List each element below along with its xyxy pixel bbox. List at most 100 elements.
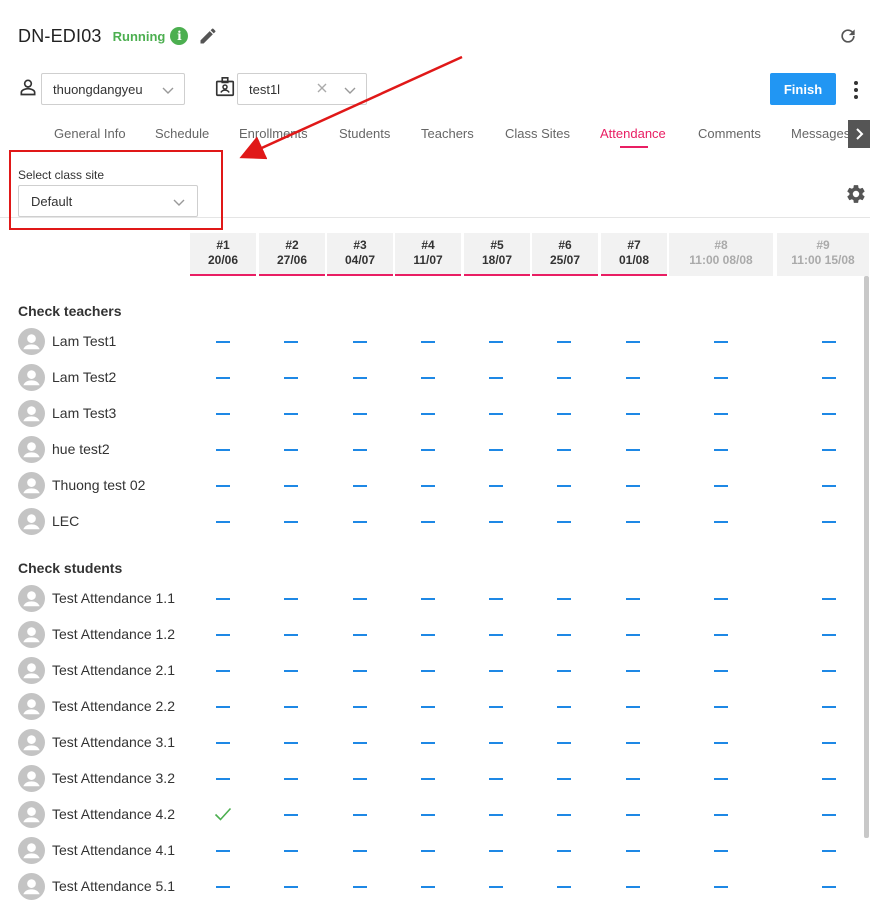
attendance-unmarked-toggle[interactable]	[714, 850, 728, 852]
attendance-unmarked-toggle[interactable]	[353, 706, 367, 708]
attendance-unmarked-toggle[interactable]	[284, 706, 298, 708]
attendance-unmarked-toggle[interactable]	[489, 850, 503, 852]
attendance-unmarked-toggle[interactable]	[284, 850, 298, 852]
attendance-present-check-icon[interactable]	[214, 807, 232, 821]
attendance-unmarked-toggle[interactable]	[714, 706, 728, 708]
attendance-unmarked-toggle[interactable]	[557, 742, 571, 744]
attendance-unmarked-toggle[interactable]	[489, 377, 503, 379]
attendance-unmarked-toggle[interactable]	[421, 706, 435, 708]
attendance-unmarked-toggle[interactable]	[557, 850, 571, 852]
attendance-unmarked-toggle[interactable]	[489, 634, 503, 636]
attendance-unmarked-toggle[interactable]	[284, 413, 298, 415]
attendance-unmarked-toggle[interactable]	[421, 485, 435, 487]
attendance-unmarked-toggle[interactable]	[714, 449, 728, 451]
attendance-unmarked-toggle[interactable]	[626, 634, 640, 636]
attendance-unmarked-toggle[interactable]	[626, 377, 640, 379]
attendance-unmarked-toggle[interactable]	[822, 634, 836, 636]
attendance-unmarked-toggle[interactable]	[421, 886, 435, 888]
session-column-header[interactable]: #5 18/07	[464, 233, 530, 276]
attendance-unmarked-toggle[interactable]	[421, 670, 435, 672]
attendance-unmarked-toggle[interactable]	[216, 341, 230, 343]
attendance-unmarked-toggle[interactable]	[557, 634, 571, 636]
attendance-unmarked-toggle[interactable]	[822, 377, 836, 379]
attendance-unmarked-toggle[interactable]	[626, 778, 640, 780]
tab-class-sites[interactable]: Class Sites	[505, 126, 570, 141]
attendance-unmarked-toggle[interactable]	[822, 778, 836, 780]
tab-general-info[interactable]: General Info	[54, 126, 126, 141]
attendance-unmarked-toggle[interactable]	[353, 377, 367, 379]
attendance-unmarked-toggle[interactable]	[714, 778, 728, 780]
attendance-unmarked-toggle[interactable]	[353, 814, 367, 816]
attendance-unmarked-toggle[interactable]	[626, 742, 640, 744]
attendance-unmarked-toggle[interactable]	[489, 814, 503, 816]
attendance-unmarked-toggle[interactable]	[216, 413, 230, 415]
attendance-unmarked-toggle[interactable]	[557, 377, 571, 379]
tabs-scroll-right-button[interactable]	[848, 120, 870, 148]
session-column-header[interactable]: #4 11/07	[395, 233, 461, 276]
attendance-unmarked-toggle[interactable]	[216, 706, 230, 708]
attendance-unmarked-toggle[interactable]	[626, 886, 640, 888]
attendance-unmarked-toggle[interactable]	[353, 670, 367, 672]
tab-schedule[interactable]: Schedule	[155, 126, 209, 141]
attendance-unmarked-toggle[interactable]	[353, 778, 367, 780]
session-column-header[interactable]: #9 11:00 15/08	[777, 233, 869, 276]
session-column-header[interactable]: #1 20/06	[190, 233, 256, 276]
attendance-unmarked-toggle[interactable]	[822, 670, 836, 672]
attendance-unmarked-toggle[interactable]	[714, 670, 728, 672]
attendance-unmarked-toggle[interactable]	[714, 413, 728, 415]
attendance-unmarked-toggle[interactable]	[626, 598, 640, 600]
attendance-unmarked-toggle[interactable]	[353, 634, 367, 636]
attendance-unmarked-toggle[interactable]	[284, 449, 298, 451]
attendance-unmarked-toggle[interactable]	[714, 814, 728, 816]
attendance-unmarked-toggle[interactable]	[489, 706, 503, 708]
attendance-unmarked-toggle[interactable]	[353, 850, 367, 852]
session-column-header[interactable]: #6 25/07	[532, 233, 598, 276]
attendance-unmarked-toggle[interactable]	[216, 742, 230, 744]
session-column-header[interactable]: #8 11:00 08/08	[669, 233, 773, 276]
class-select[interactable]: test1l	[237, 73, 367, 105]
attendance-unmarked-toggle[interactable]	[626, 485, 640, 487]
attendance-unmarked-toggle[interactable]	[284, 341, 298, 343]
clear-icon[interactable]	[316, 82, 328, 94]
attendance-unmarked-toggle[interactable]	[714, 377, 728, 379]
attendance-unmarked-toggle[interactable]	[421, 850, 435, 852]
attendance-unmarked-toggle[interactable]	[489, 521, 503, 523]
attendance-unmarked-toggle[interactable]	[557, 814, 571, 816]
attendance-unmarked-toggle[interactable]	[284, 377, 298, 379]
pencil-icon[interactable]	[198, 26, 218, 46]
tab-attendance[interactable]: Attendance	[600, 126, 666, 141]
attendance-unmarked-toggle[interactable]	[284, 886, 298, 888]
tab-students[interactable]: Students	[339, 126, 390, 141]
attendance-unmarked-toggle[interactable]	[822, 886, 836, 888]
attendance-unmarked-toggle[interactable]	[353, 341, 367, 343]
attendance-unmarked-toggle[interactable]	[216, 886, 230, 888]
attendance-unmarked-toggle[interactable]	[216, 634, 230, 636]
attendance-unmarked-toggle[interactable]	[714, 598, 728, 600]
attendance-unmarked-toggle[interactable]	[489, 485, 503, 487]
attendance-unmarked-toggle[interactable]	[489, 598, 503, 600]
attendance-unmarked-toggle[interactable]	[714, 485, 728, 487]
attendance-unmarked-toggle[interactable]	[822, 814, 836, 816]
attendance-unmarked-toggle[interactable]	[353, 449, 367, 451]
attendance-unmarked-toggle[interactable]	[421, 742, 435, 744]
attendance-unmarked-toggle[interactable]	[284, 670, 298, 672]
attendance-unmarked-toggle[interactable]	[216, 485, 230, 487]
gear-icon[interactable]	[845, 183, 867, 205]
attendance-unmarked-toggle[interactable]	[822, 341, 836, 343]
attendance-unmarked-toggle[interactable]	[216, 377, 230, 379]
attendance-unmarked-toggle[interactable]	[557, 413, 571, 415]
attendance-unmarked-toggle[interactable]	[489, 670, 503, 672]
attendance-unmarked-toggle[interactable]	[421, 341, 435, 343]
attendance-unmarked-toggle[interactable]	[626, 670, 640, 672]
attendance-unmarked-toggle[interactable]	[626, 706, 640, 708]
attendance-unmarked-toggle[interactable]	[216, 521, 230, 523]
refresh-icon[interactable]	[838, 26, 858, 46]
attendance-unmarked-toggle[interactable]	[489, 341, 503, 343]
attendance-unmarked-toggle[interactable]	[421, 778, 435, 780]
attendance-unmarked-toggle[interactable]	[822, 850, 836, 852]
session-column-header[interactable]: #3 04/07	[327, 233, 393, 276]
attendance-unmarked-toggle[interactable]	[284, 778, 298, 780]
attendance-unmarked-toggle[interactable]	[284, 634, 298, 636]
attendance-unmarked-toggle[interactable]	[421, 413, 435, 415]
attendance-unmarked-toggle[interactable]	[557, 485, 571, 487]
